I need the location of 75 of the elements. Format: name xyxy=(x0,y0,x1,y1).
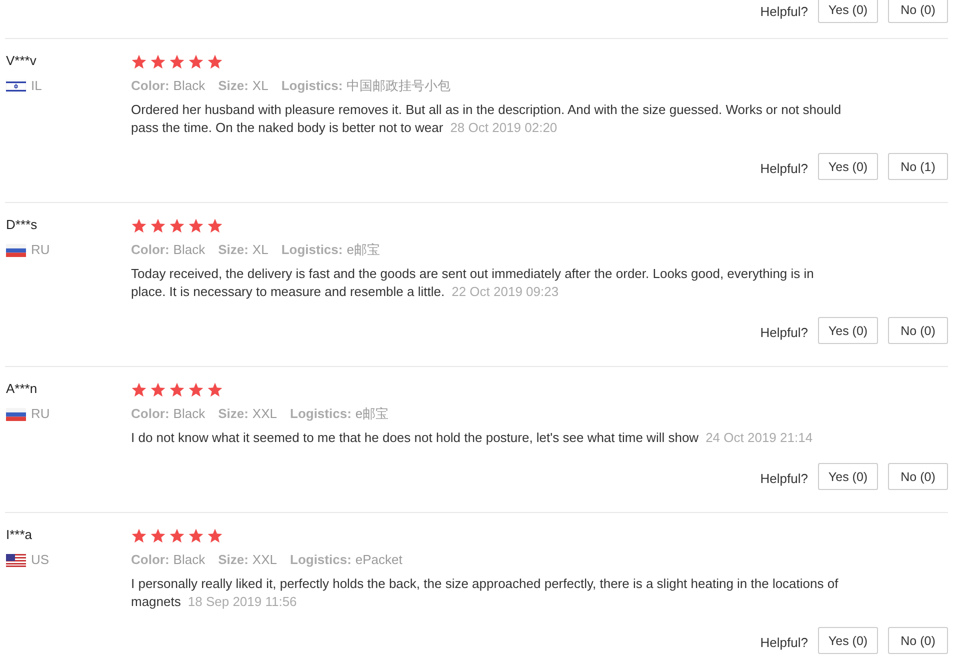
star-icon xyxy=(188,528,204,544)
yes-button[interactable]: Yes (0) xyxy=(818,0,878,23)
yes-button[interactable]: Yes (0) xyxy=(818,627,878,654)
flag-icon xyxy=(6,554,26,566)
star-icon xyxy=(131,54,147,70)
star-icon xyxy=(188,382,204,398)
buyer-name: V***v xyxy=(6,53,38,69)
attribute-value: ePacket xyxy=(355,552,402,567)
attribute-value: XL xyxy=(252,78,268,93)
buyer-name: A***n xyxy=(6,381,38,397)
helpful-label: Helpful? xyxy=(760,325,808,340)
star-icon xyxy=(131,218,147,234)
star-icon xyxy=(207,218,223,234)
attribute-value: 中国邮政挂号小包 xyxy=(346,78,451,93)
helpful-label: Helpful? xyxy=(760,635,808,650)
no-button[interactable]: No (0) xyxy=(888,317,948,344)
attribute-label: Size: xyxy=(218,78,248,93)
attribute-label: Size: xyxy=(218,552,248,567)
star-icon xyxy=(169,382,185,398)
review-text: I personally really liked it, perfectly holds the back, the size approached perfectly, there is a slight heating in the locations of magnets 18 Sep 2019 11:56 xyxy=(131,575,840,611)
attribute-value: XL xyxy=(252,242,268,257)
review-text: Ordered her husband with pleasure removes it. But all as in the description. And with the size guessed. Works or not should pass the time. On the naked body is better not to wear 28 Oct 2019 02:20 xyxy=(131,101,842,137)
attribute-value: e邮宝 xyxy=(355,406,389,421)
yes-button[interactable]: Yes (0) xyxy=(818,317,878,344)
flag-icon xyxy=(6,80,26,92)
review-text: I do not know what it seemed to me that he does not hold the posture, let's see what time will show 24 Oct 2019 21:14 xyxy=(131,429,814,447)
yes-button[interactable]: Yes (0) xyxy=(818,153,878,180)
buyer-name: I***a xyxy=(6,527,34,543)
star-icon xyxy=(150,218,166,234)
star-icon xyxy=(131,382,147,398)
country-code: US xyxy=(31,552,50,568)
no-button[interactable]: No (0) xyxy=(888,0,948,23)
attribute-label: Logistics: xyxy=(281,242,343,257)
star-icon xyxy=(188,54,204,70)
attribute-label: Color: xyxy=(131,552,170,567)
yes-button[interactable]: Yes (0) xyxy=(818,463,878,490)
star-icon xyxy=(150,54,166,70)
star-icon xyxy=(207,382,223,398)
country-code: RU xyxy=(31,406,50,422)
star-icon xyxy=(150,382,166,398)
star-icon xyxy=(169,218,185,234)
attribute-label: Size: xyxy=(218,406,248,421)
helpful-label: Helpful? xyxy=(760,4,808,19)
no-button[interactable]: No (0) xyxy=(888,627,948,654)
attribute-value: Black xyxy=(173,406,206,421)
star-icon xyxy=(207,528,223,544)
flag-icon xyxy=(6,408,26,420)
attribute-value: XXL xyxy=(252,552,277,567)
attribute-label: Color: xyxy=(131,78,170,93)
star-icon xyxy=(131,528,147,544)
attribute-label: Logistics: xyxy=(281,78,343,93)
attribute-value: XXL xyxy=(252,406,277,421)
attribute-value: Black xyxy=(173,242,206,257)
buyer-name: D***s xyxy=(6,217,38,233)
helpful-label: Helpful? xyxy=(760,161,808,176)
attribute-label: Logistics: xyxy=(290,406,352,421)
star-icon xyxy=(207,54,223,70)
attribute-value: Black xyxy=(173,78,206,93)
country-code: IL xyxy=(31,78,42,94)
attribute-label: Color: xyxy=(131,242,170,257)
star-icon xyxy=(169,528,185,544)
flag-icon xyxy=(6,244,26,256)
star-icon xyxy=(169,54,185,70)
review-text: Today received, the delivery is fast and the goods are sent out immediately after the order. Looks good, everything is in place. It is necessary to measure and resemble a little. 22 Oct 2019 09:23 xyxy=(131,265,815,301)
attribute-value: e邮宝 xyxy=(346,242,380,257)
attribute-value: Black xyxy=(173,552,206,567)
star-icon xyxy=(188,218,204,234)
attribute-label: Size: xyxy=(218,242,248,257)
attribute-label: Logistics: xyxy=(290,552,352,567)
helpful-label: Helpful? xyxy=(760,471,808,486)
country-code: RU xyxy=(31,242,50,258)
attribute-label: Color: xyxy=(131,406,170,421)
star-icon xyxy=(150,528,166,544)
no-button[interactable]: No (0) xyxy=(888,463,948,490)
no-button[interactable]: No (1) xyxy=(888,153,948,180)
